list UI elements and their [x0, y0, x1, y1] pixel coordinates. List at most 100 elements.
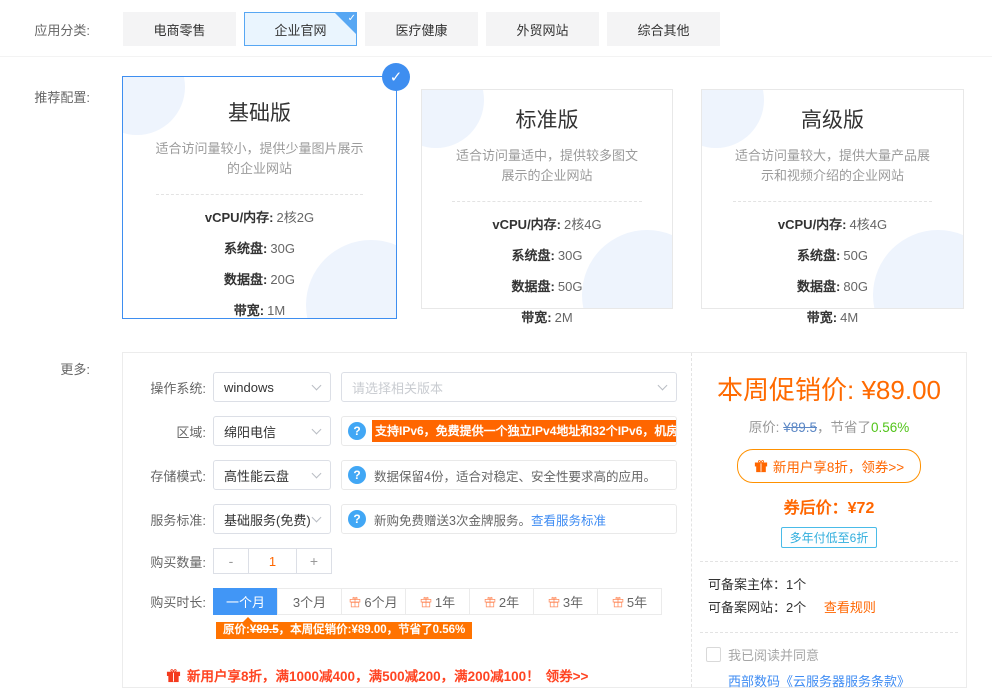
spec-system-disk: 系统盘:50G: [702, 245, 963, 264]
more-label: 更多:: [33, 359, 90, 688]
price-panel: 本周促销价: ¥89.00 原价: ¥89.5，节省了0.56% 新用户享8折，…: [691, 353, 966, 687]
spec-cpu-memory: vCPU/内存:2核4G: [422, 214, 672, 233]
gift-icon: [754, 459, 768, 473]
storage-select-value: 高性能云盘: [224, 466, 289, 485]
gift-icon: [612, 596, 624, 608]
quantity-label: 购买数量:: [123, 552, 206, 571]
quantity-row: 购买数量: - 1 +: [123, 548, 691, 574]
original-price-line: 原价: ¥89.5，节省了0.56%: [692, 416, 966, 436]
recommended-config-label: 推荐配置:: [33, 87, 90, 319]
chevron-down-icon: [312, 468, 322, 478]
storage-select[interactable]: 高性能云盘: [213, 460, 331, 490]
app-category-tabs: 电商零售 企业官网 ✓ 医疗健康 外贸网站 综合其他: [123, 12, 728, 46]
after-coupon-price: 券后价：¥72: [692, 494, 966, 518]
duration-option-1-month[interactable]: 一个月: [213, 588, 278, 615]
spec-data-disk: 数据盘:20G: [123, 269, 396, 288]
new-user-coupon-button[interactable]: 新用户享8折，领券>>: [737, 449, 921, 483]
spec-data-disk: 数据盘:50G: [422, 276, 672, 295]
agree-checkbox[interactable]: [706, 647, 721, 662]
service-terms-link[interactable]: 西部数码《云服务器服务条款》: [692, 671, 966, 690]
recommended-config-section: 推荐配置: 基础版 适合访问量较小，提供少量图片展示的企业网站 vCPU/内存:…: [0, 76, 992, 319]
tab-ecommerce-retail[interactable]: 电商零售: [123, 12, 236, 46]
gift-icon: [420, 596, 432, 608]
tab-foreign-trade[interactable]: 外贸网站: [486, 12, 599, 46]
duration-option-1-year[interactable]: 1年: [405, 588, 470, 615]
duration-options: 一个月 3个月 6个月 1年: [213, 588, 661, 615]
spec-bandwidth: 带宽:1M: [123, 300, 396, 319]
quantity-minus-button[interactable]: -: [213, 548, 249, 574]
price-tooltip-row: 原价:¥89.5，本周促销价:¥89.00，节省了0.56%: [216, 618, 691, 639]
record-subject-row: 可备案主体：1个: [708, 573, 966, 596]
os-select-value: windows: [224, 380, 274, 395]
duration-row: 购买时长: 一个月 3个月 6个月: [123, 588, 691, 615]
chevron-down-icon: [312, 380, 322, 390]
plan-card-basic[interactable]: 基础版 适合访问量较小，提供少量图片展示的企业网站 vCPU/内存:2核2G 系…: [122, 76, 397, 319]
plan-name: 标准版: [422, 104, 672, 134]
icp-record-info: 可备案主体：1个 可备案网站：2个 查看规则: [692, 573, 966, 619]
view-rules-link[interactable]: 查看规则: [824, 600, 876, 615]
os-version-select[interactable]: 请选择相关版本: [341, 372, 677, 402]
os-version-placeholder: 请选择相关版本: [352, 378, 443, 397]
service-standard-link[interactable]: 查看服务标准: [531, 514, 606, 528]
tab-medical-health[interactable]: 医疗健康: [365, 12, 478, 46]
chevron-down-icon: [312, 424, 322, 434]
spec-cpu-memory: vCPU/内存:4核4G: [702, 214, 963, 233]
spec-system-disk: 系统盘:30G: [422, 245, 672, 264]
plan-card-premium[interactable]: 高级版 适合访问量较大，提供大量产品展示和视频介绍的企业网站 vCPU/内存:4…: [701, 89, 964, 309]
divider: [700, 632, 958, 633]
storage-label: 存储模式:: [123, 466, 206, 485]
duration-option-2-years[interactable]: 2年: [469, 588, 534, 615]
ipv6-promo-banner[interactable]: 支持IPv6，免费提供一个独立IPv4地址和32个IPv6，机房详情>>: [372, 420, 677, 442]
duration-label: 购买时长:: [123, 592, 206, 611]
save-percent: 0.56%: [871, 420, 909, 435]
multi-year-discount-badge: 多年付低至6折: [781, 527, 878, 548]
quantity-value[interactable]: 1: [249, 548, 296, 574]
tab-corporate-website[interactable]: 企业官网 ✓: [244, 12, 357, 46]
duration-option-6-months[interactable]: 6个月: [341, 588, 406, 615]
get-coupon-link[interactable]: 领券>>: [546, 665, 589, 685]
plan-cards: 基础版 适合访问量较小，提供少量图片展示的企业网站 vCPU/内存:2核2G 系…: [122, 76, 964, 319]
plan-name: 高级版: [702, 104, 963, 134]
cloud-server-config-page: 应用分类: 电商零售 企业官网 ✓ 医疗健康 外贸网站 综合其他 推荐配置:: [0, 0, 992, 698]
config-box: 操作系统: windows 请选择相关版本 区域: 绵阳电信: [122, 352, 967, 688]
duration-option-5-years[interactable]: 5年: [597, 588, 662, 615]
agree-text: 我已阅读并同意: [728, 645, 819, 664]
tab-label: 企业官网: [274, 20, 326, 39]
spec-bandwidth: 带宽:4M: [702, 307, 963, 326]
question-icon[interactable]: ?: [348, 466, 366, 484]
os-select[interactable]: windows: [213, 372, 331, 402]
gift-icon: [548, 596, 560, 608]
os-label: 操作系统:: [123, 378, 206, 397]
question-icon[interactable]: ?: [348, 422, 366, 440]
spec-bandwidth: 带宽:2M: [422, 307, 672, 326]
duration-option-3-months[interactable]: 3个月: [277, 588, 342, 615]
config-form: 操作系统: windows 请选择相关版本 区域: 绵阳电信: [123, 353, 691, 687]
question-icon[interactable]: ?: [348, 510, 366, 528]
tab-label: 医疗健康: [395, 20, 447, 39]
os-row: 操作系统: windows 请选择相关版本: [123, 372, 691, 402]
selected-corner-check-icon: ✓: [334, 12, 357, 35]
storage-help-box: ? 数据保留4份，适合对稳定、安全性要求高的应用。: [341, 460, 677, 490]
gift-icon: [166, 668, 181, 683]
service-select-value: 基础服务(免费): [224, 510, 311, 529]
agreement-row: 我已阅读并同意: [692, 645, 966, 664]
region-select[interactable]: 绵阳电信: [213, 416, 331, 446]
tab-other[interactable]: 综合其他: [607, 12, 720, 46]
weekly-promo-price: 本周促销价: ¥89.00: [692, 370, 966, 407]
app-category-label: 应用分类:: [33, 20, 90, 39]
quantity-plus-button[interactable]: +: [296, 548, 332, 574]
region-label: 区域:: [123, 422, 206, 441]
card-divider: [452, 201, 642, 202]
record-site-row: 可备案网站：2个 查看规则: [708, 596, 966, 619]
duration-option-3-years[interactable]: 3年: [533, 588, 598, 615]
plan-card-standard[interactable]: 标准版 适合访问量适中，提供较多图文展示的企业网站 vCPU/内存:2核4G 系…: [421, 89, 673, 309]
plan-name: 基础版: [123, 97, 396, 127]
app-category-section: 应用分类: 电商零售 企业官网 ✓ 医疗健康 外贸网站 综合其他: [0, 0, 992, 57]
more-config-section: 更多: 操作系统: windows 请选择相关版本 区域:: [0, 352, 992, 688]
service-select[interactable]: 基础服务(免费): [213, 504, 331, 534]
service-tip: 新购免费赠送3次金牌服务。查看服务标准: [374, 510, 606, 529]
tab-label: 外贸网站: [516, 20, 568, 39]
service-label: 服务标准:: [123, 510, 206, 529]
gift-icon: [484, 596, 496, 608]
quantity-stepper: - 1 +: [213, 548, 332, 574]
